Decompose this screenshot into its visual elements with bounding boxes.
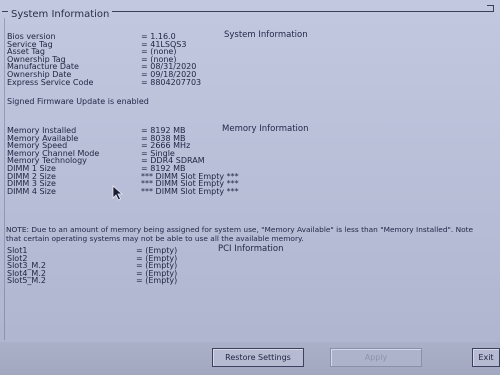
- memory-info-row-label: DIMM 4 Size: [7, 186, 56, 196]
- system-info-row-value: = 8804207703: [141, 77, 202, 87]
- firmware-message: Signed Firmware Update is enabled: [7, 97, 149, 106]
- mouse-cursor-icon: [112, 185, 124, 201]
- pci-info-row-label: Slot5_M.2: [7, 276, 46, 286]
- pci-info-row-value: = (Empty): [136, 276, 178, 286]
- memory-info-heading: Memory Information: [222, 124, 309, 134]
- restore-settings-button[interactable]: Restore Settings: [212, 348, 304, 367]
- exit-button[interactable]: Exit: [472, 348, 500, 367]
- memory-info-row-value: *** DIMM Slot Empty ***: [141, 186, 239, 196]
- bios-screen: System Information System Information Bi…: [0, 0, 500, 375]
- system-info-row-label: Express Service Code: [7, 77, 94, 87]
- apply-button[interactable]: Apply: [330, 348, 422, 367]
- system-info-heading: System Information: [224, 30, 308, 40]
- pci-info-heading: PCI Information: [218, 244, 284, 254]
- memory-note: NOTE: Due to an amount of memory being a…: [6, 225, 474, 243]
- window-corner: [487, 5, 494, 12]
